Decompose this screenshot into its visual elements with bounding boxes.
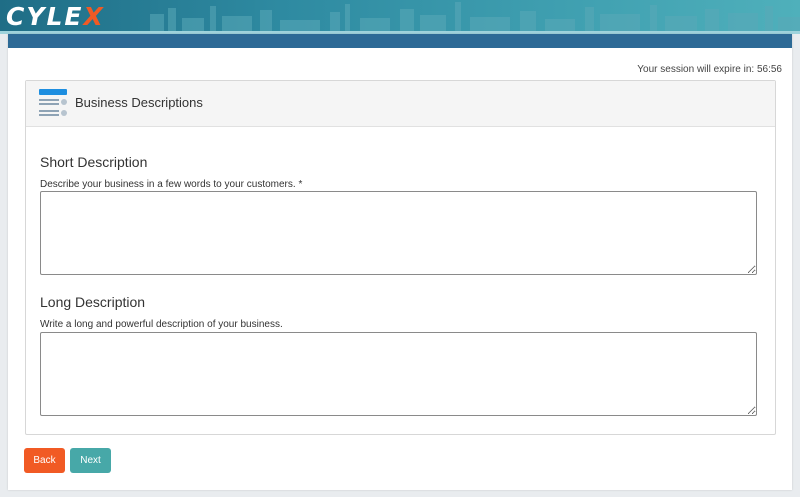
long-description-input[interactable] xyxy=(40,332,757,416)
logo-x: X xyxy=(83,2,105,31)
card-header: Business Descriptions xyxy=(26,81,775,127)
business-descriptions-card: Business Descriptions Short Description … xyxy=(25,80,776,435)
city-skyline-illustration xyxy=(0,2,800,34)
back-button[interactable]: Back xyxy=(24,448,65,473)
logo-text: CYLE xyxy=(6,2,84,31)
page-header-strip xyxy=(8,34,792,48)
next-button[interactable]: Next xyxy=(70,448,111,473)
short-description-input[interactable] xyxy=(40,191,757,275)
long-description-label: Write a long and powerful description of… xyxy=(40,319,283,330)
card-title: Business Descriptions xyxy=(75,95,203,110)
session-timer: Your session will expire in: 56:56 xyxy=(637,64,782,75)
page-container: Your session will expire in: 56:56 Busin… xyxy=(8,34,792,490)
cylex-logo[interactable]: CYLEX xyxy=(6,2,105,32)
list-icon xyxy=(39,89,67,116)
short-description-title: Short Description xyxy=(40,154,148,170)
long-description-title: Long Description xyxy=(40,294,146,310)
top-banner: CYLEX xyxy=(0,0,800,34)
short-description-label: Describe your business in a few words to… xyxy=(40,179,303,190)
